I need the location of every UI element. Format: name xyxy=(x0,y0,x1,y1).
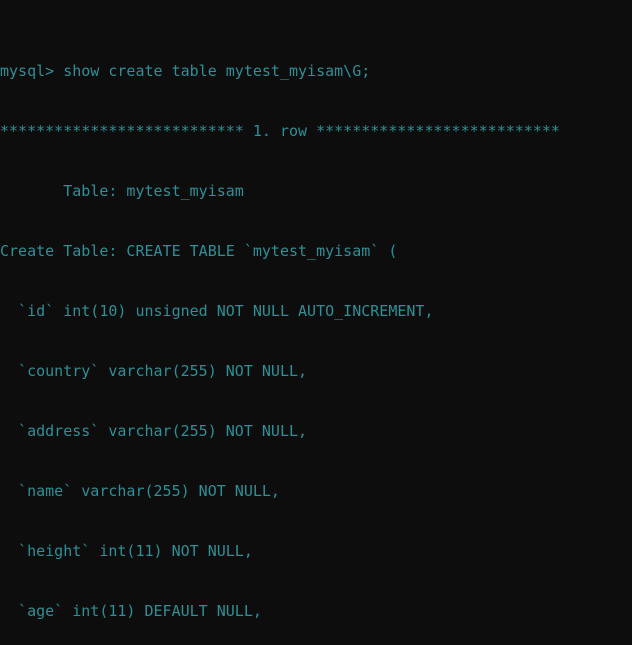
terminal-line-column-age-1: `age` int(11) DEFAULT NULL, xyxy=(0,602,262,620)
terminal-line-table-name-1: Table: mytest_myisam xyxy=(0,182,244,200)
terminal-line-column-name-1: `name` varchar(255) NOT NULL, xyxy=(0,482,280,500)
terminal-output[interactable]: mysql> show create table mytest_myisam\G… xyxy=(0,0,632,645)
terminal-line-row-header-1: *************************** 1. row *****… xyxy=(0,122,560,140)
terminal-line-create-table-1: Create Table: CREATE TABLE `mytest_myisa… xyxy=(0,242,398,260)
terminal-line-column-address-1: `address` varchar(255) NOT NULL, xyxy=(0,422,308,440)
terminal-line-column-height-1: `height` int(11) NOT NULL, xyxy=(0,542,253,560)
terminal-line-command-1: mysql> show create table mytest_myisam\G… xyxy=(0,62,371,80)
terminal-line-column-id-1: `id` int(10) unsigned NOT NULL AUTO_INCR… xyxy=(0,302,434,320)
terminal-line-column-country-1: `country` varchar(255) NOT NULL, xyxy=(0,362,308,380)
